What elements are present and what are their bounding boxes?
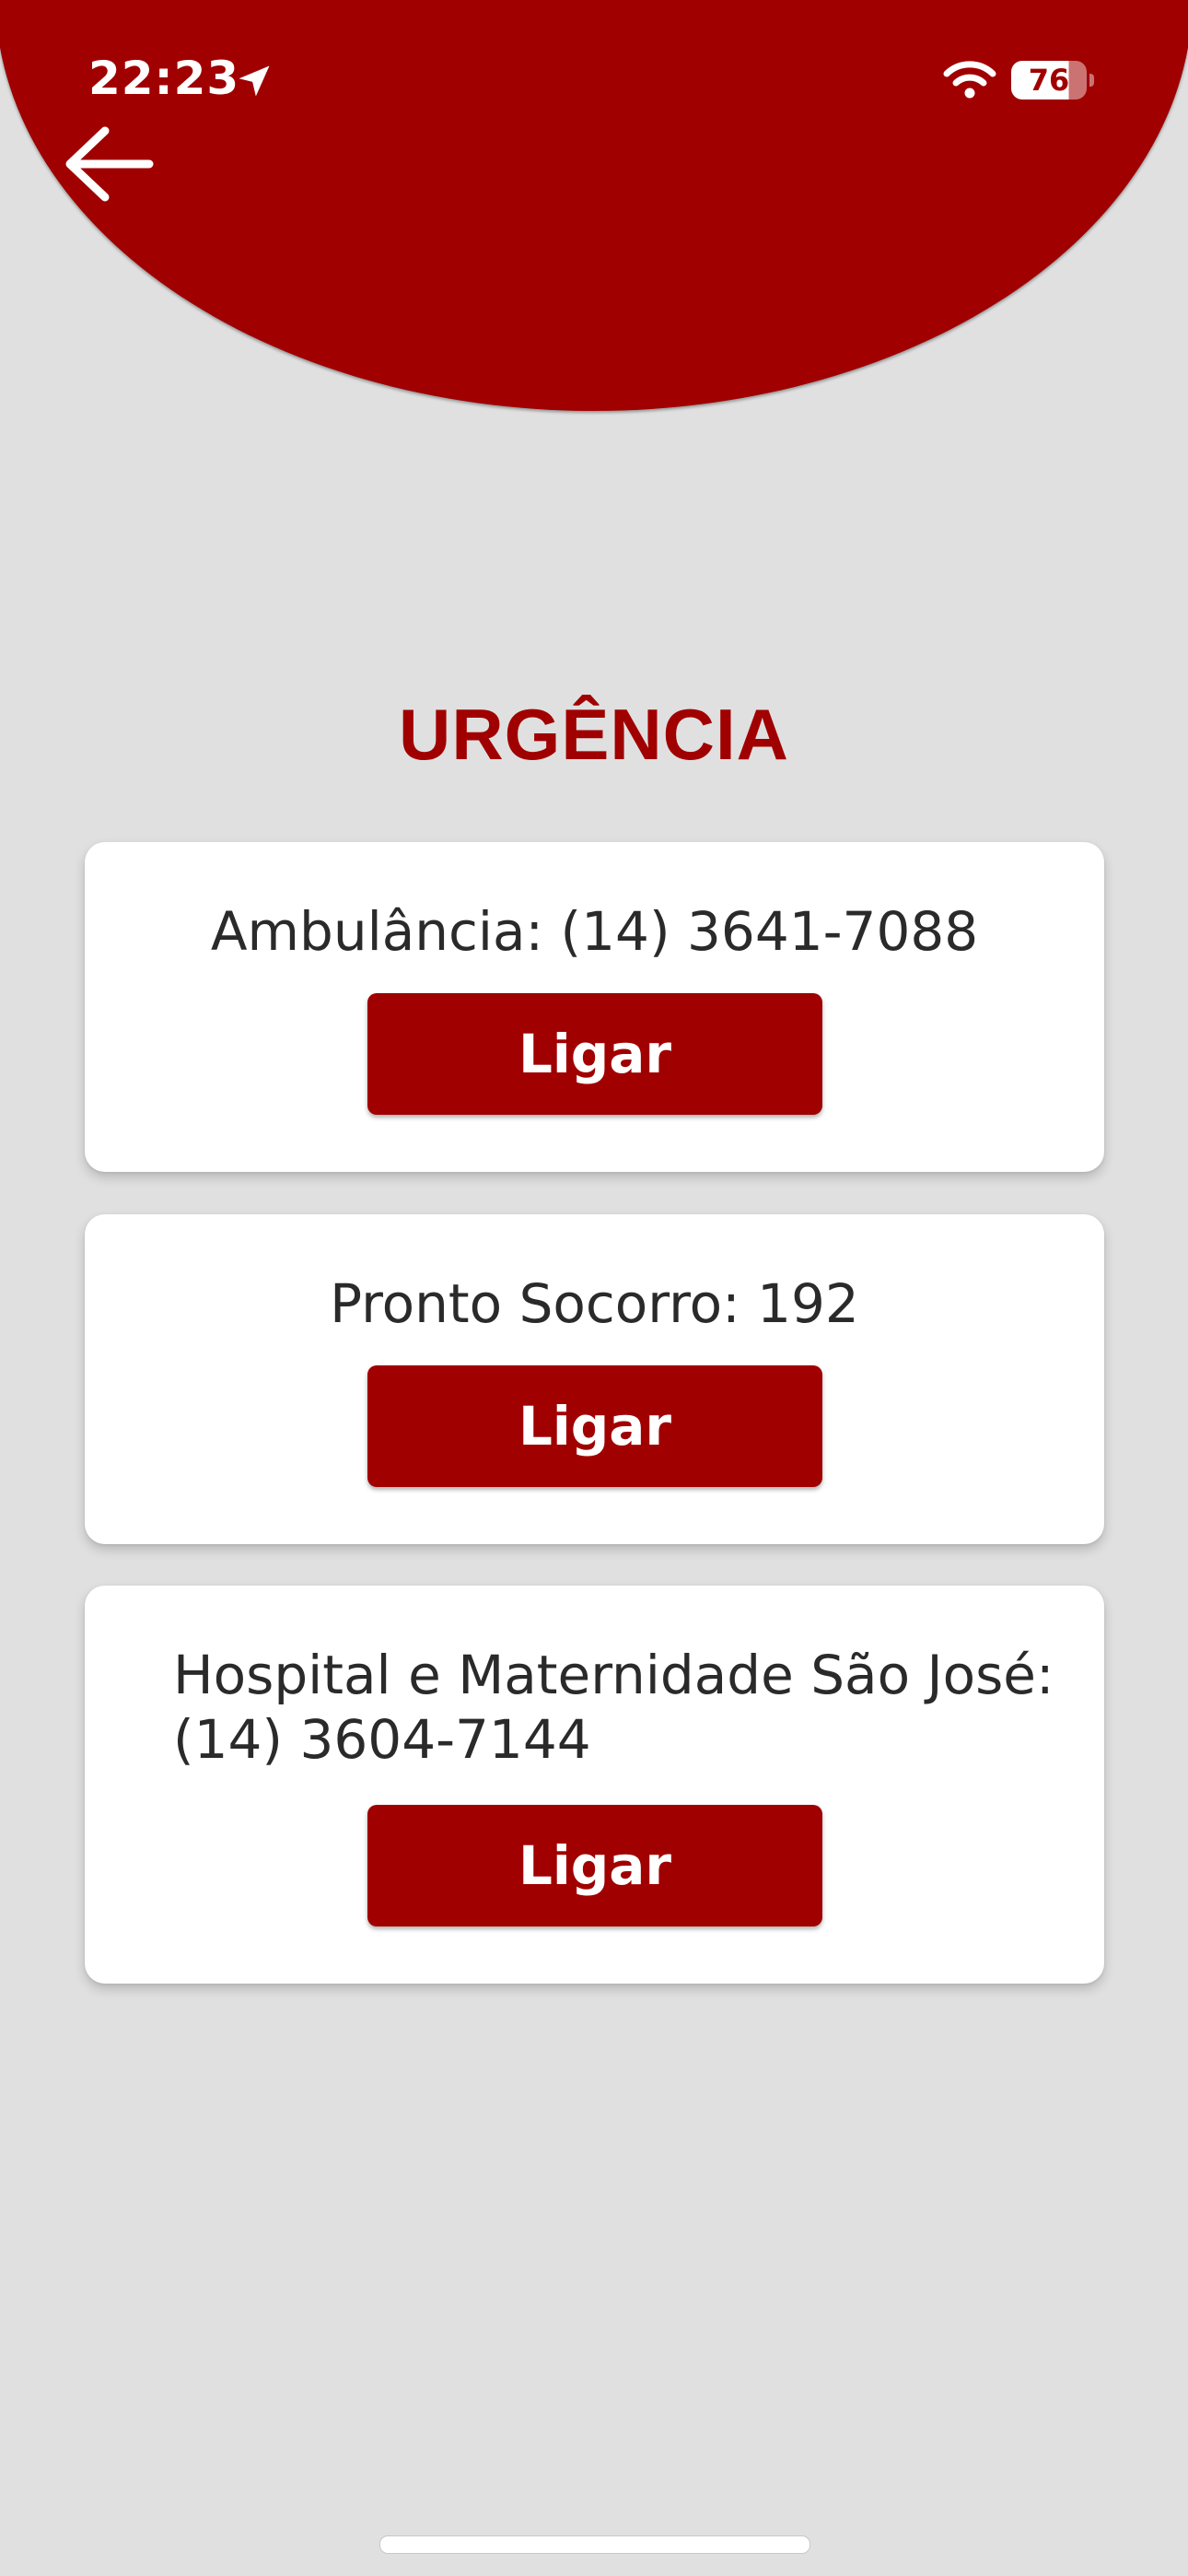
call-button-label: Ligar [518,1023,672,1085]
battery-tip [1089,74,1094,87]
contact-card-hospital: Hospital e Maternidade São José: (14) 36… [85,1586,1104,1984]
page-title: URGÊNCIA [398,694,789,775]
contact-card-emergency-room: Pronto Socorro: 192 Ligar [85,1214,1104,1544]
contact-hospital-text-line1: Hospital e Maternidade São José: [173,1644,1054,1706]
contact-hospital-text-line2: (14) 3604-7144 [173,1708,591,1771]
status-time: 22:23 [88,52,240,105]
contact-ambulance-text: Ambulância: (14) 3641-7088 [210,900,979,963]
wifi-icon [943,61,996,99]
battery-level: 76 [1028,63,1070,98]
call-hospital-button[interactable]: Ligar [367,1805,822,1926]
call-button-label: Ligar [518,1834,672,1897]
contact-emergency-room-text: Pronto Socorro: 192 [330,1272,859,1335]
contact-card-ambulance: Ambulância: (14) 3641-7088 Ligar [85,842,1104,1172]
location-arrow-icon [239,65,270,97]
home-indicator[interactable] [379,2535,810,2554]
call-ambulance-button[interactable]: Ligar [367,993,822,1115]
battery-icon: 76 [1011,61,1087,100]
arrow-left-icon [65,126,154,202]
call-emergency-room-button[interactable]: Ligar [367,1365,822,1487]
back-button[interactable] [61,123,157,212]
call-button-label: Ligar [518,1395,672,1458]
